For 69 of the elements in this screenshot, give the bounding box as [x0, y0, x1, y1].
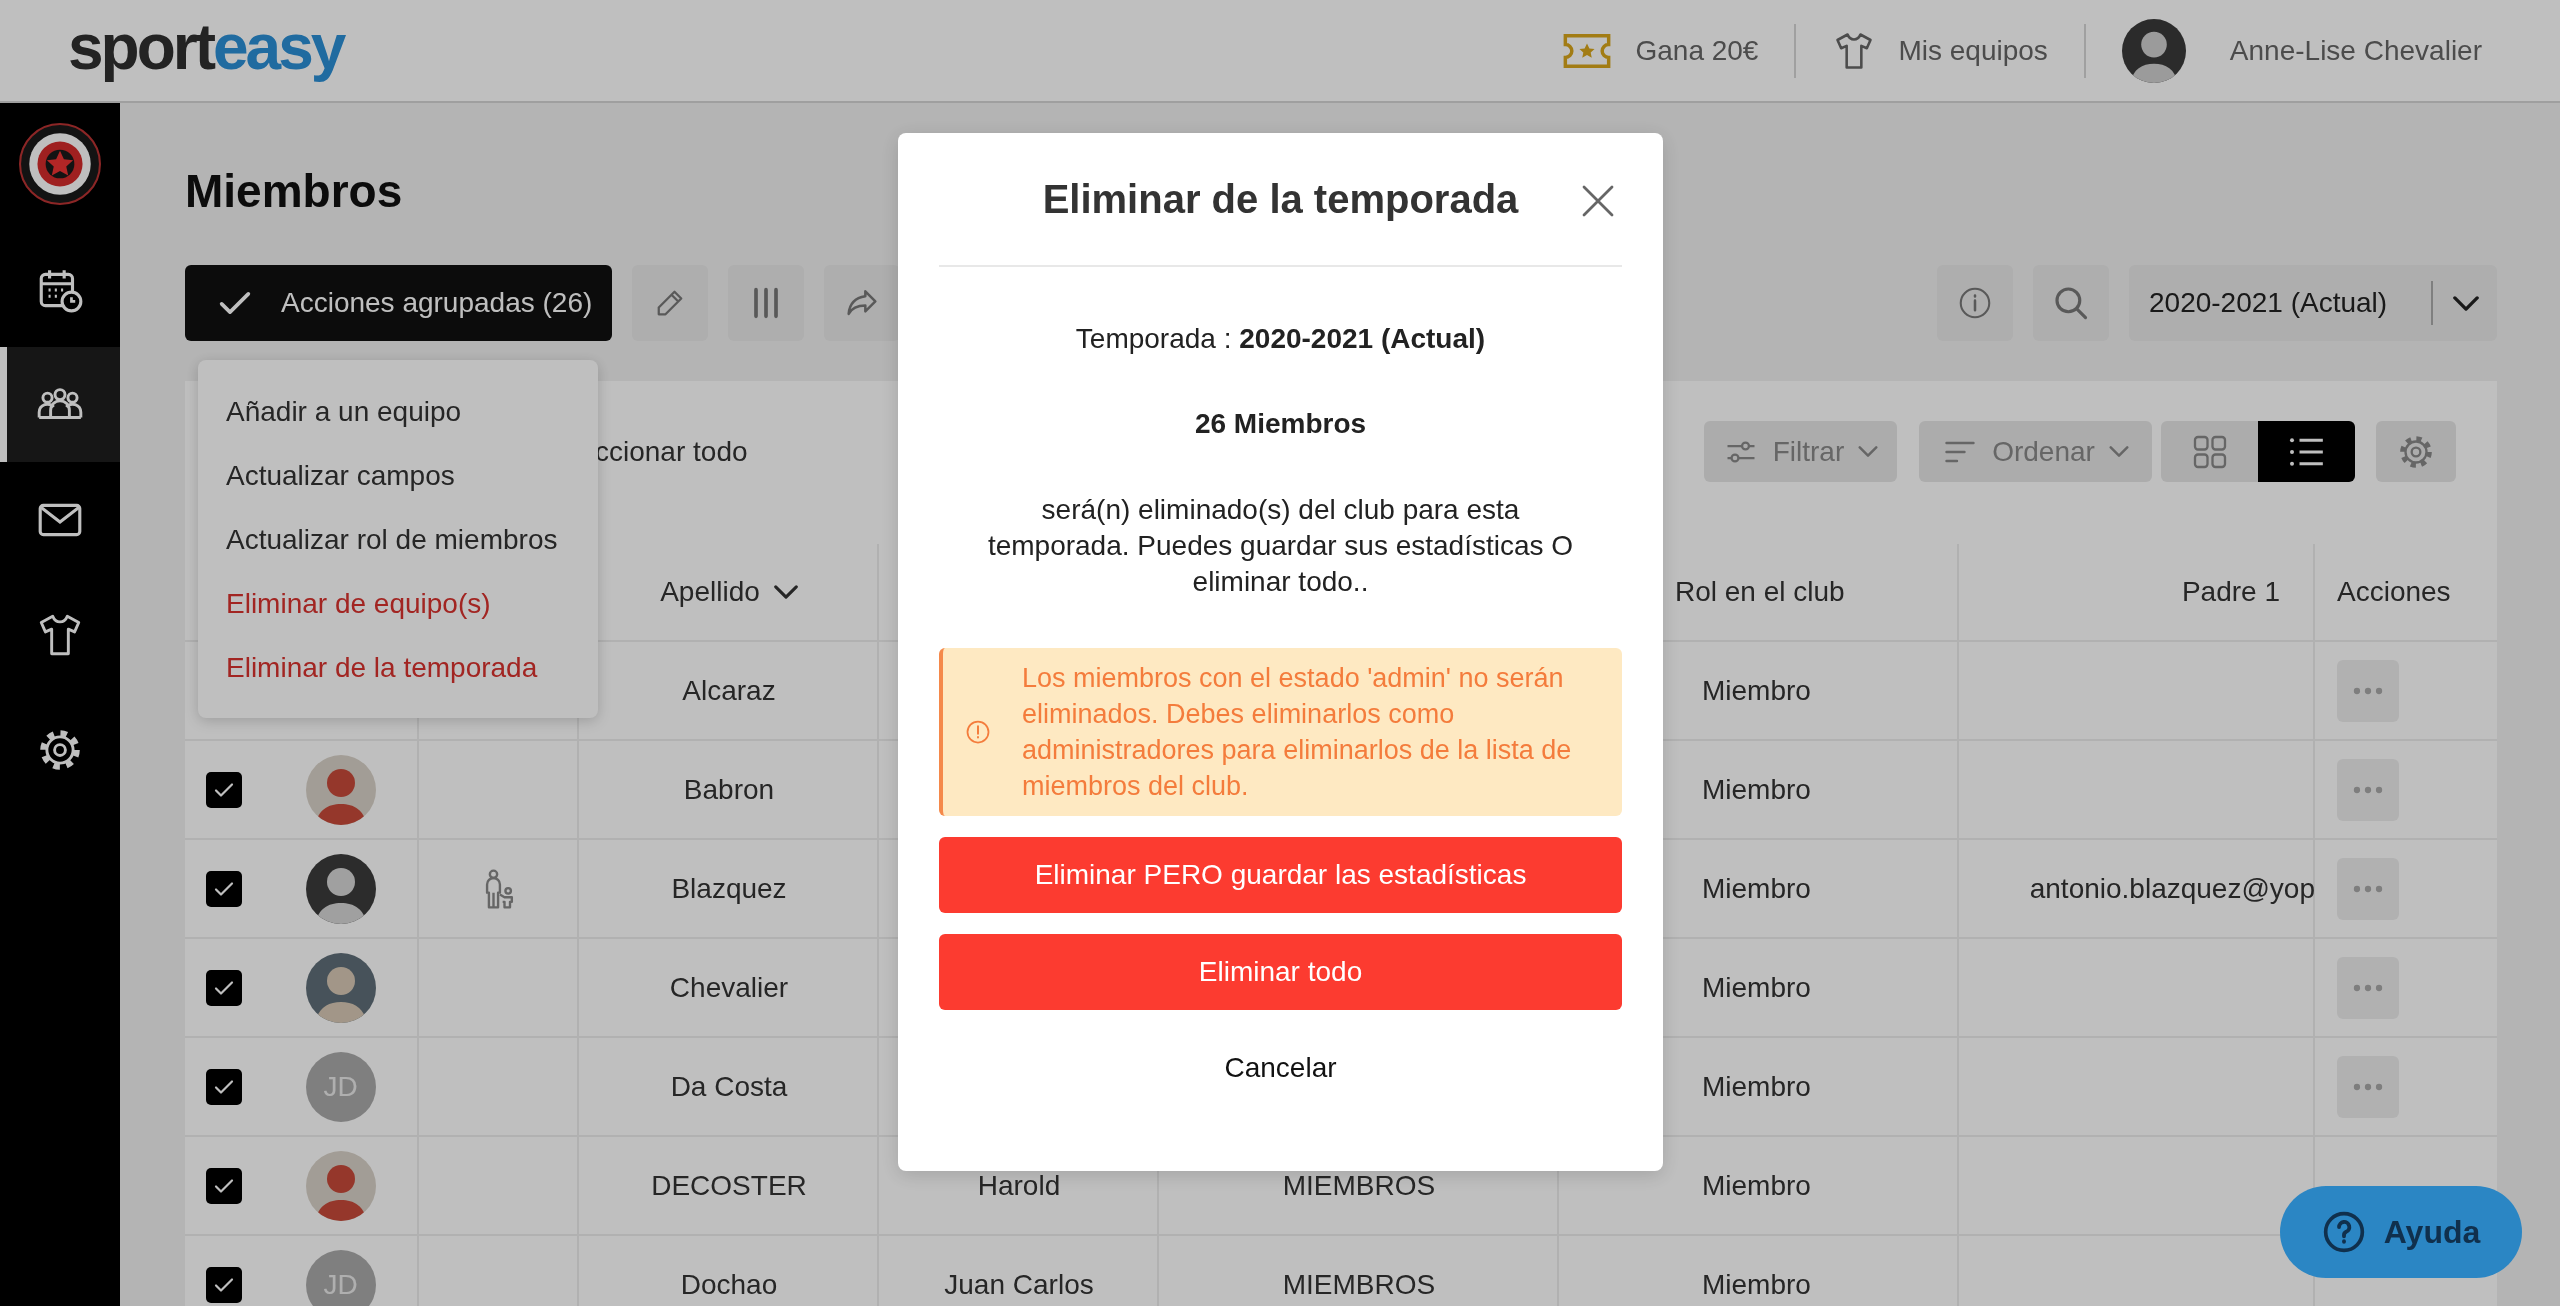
more-icon	[2353, 1082, 2383, 1091]
warning-text: Los miembros con el estado 'admin' no serán eliminados. Debes eliminarlos como administradores para eliminarlos de la lista de miembros del club.	[1022, 662, 1573, 803]
chevron-down-icon	[2108, 446, 2129, 457]
table-cell: Harold	[977, 1169, 1061, 1202]
menu-item[interactable]: Añadir a un equipo	[198, 380, 598, 444]
table-cell: MIEMBROS	[1282, 1268, 1436, 1301]
delete-button[interactable]: Eliminar todo	[939, 934, 1622, 1010]
checkbox[interactable]	[205, 1266, 242, 1303]
alert-icon	[964, 718, 992, 746]
menu-item[interactable]: Actualizar rol de miembros	[198, 508, 598, 572]
table-cell: Juan Carlos	[944, 1268, 1094, 1301]
table-cell: Blazquez	[671, 872, 787, 905]
referral-link[interactable]: Gana 20€	[1561, 24, 1759, 77]
checkbox[interactable]	[205, 771, 242, 808]
teams-link[interactable]: Mis equipos	[1832, 28, 2048, 73]
table-cell: Miembro	[1702, 872, 1811, 905]
menu-item[interactable]: Eliminar de la temporada	[198, 636, 598, 700]
chevron-down-icon	[1858, 446, 1879, 457]
page-title: Miembros	[185, 164, 403, 219]
cancel-button[interactable]: Cancelar	[1204, 1038, 1357, 1098]
list-view-button[interactable]	[2258, 421, 2355, 482]
checkbox[interactable]	[205, 1068, 242, 1105]
more-icon	[2353, 686, 2383, 695]
table-cell: Chevalier	[669, 971, 789, 1004]
user-name[interactable]: Anne-Lise Chevalier	[2229, 34, 2482, 67]
delete-button[interactable]: Eliminar PERO guardar las estadísticas	[939, 837, 1622, 913]
chevron-down-icon	[2453, 295, 2479, 311]
column-header[interactable]: Rol en el club	[1675, 576, 1845, 608]
season-text: Temporada : 2020-2021 (Actual)	[1074, 323, 1487, 355]
help-icon	[2321, 1210, 2366, 1254]
table-cell: Dochao	[680, 1268, 778, 1301]
checkbox[interactable]	[205, 969, 242, 1006]
search-button[interactable]	[2033, 265, 2109, 341]
table-cell: Miembro	[1702, 1268, 1811, 1301]
table-cell: Miembro	[1702, 1169, 1811, 1202]
column-header[interactable]: Apellido	[660, 576, 798, 608]
dialog-message: será(n) eliminado(s) del club para esta temporada. Puedes guardar sus estadísticas O eliminar todo..	[986, 493, 1575, 599]
nav-item[interactable]	[0, 347, 120, 462]
table-cell: DECOSTER	[651, 1169, 807, 1202]
table-cell: Babron	[683, 773, 775, 806]
settings-button[interactable]	[2376, 421, 2456, 482]
dialog-title: Eliminar de la temporada	[1042, 176, 1519, 222]
table-cell: antonio.blazquez@yop	[2029, 872, 2315, 905]
checkbox[interactable]	[205, 1167, 242, 1204]
column-header[interactable]: Padre 1	[2181, 576, 2280, 608]
columns-button[interactable]	[728, 265, 804, 341]
select-all-label[interactable]: ccionar todo	[595, 435, 748, 468]
chevron-down-icon	[773, 585, 798, 599]
info-button[interactable]	[1937, 265, 2013, 341]
member-count: 26 Miembros	[1193, 408, 1368, 440]
table-cell: Miembro	[1702, 674, 1811, 707]
table-cell: Alcaraz	[682, 674, 776, 707]
more-icon	[2353, 983, 2383, 992]
menu-item[interactable]: Actualizar campos	[198, 444, 598, 508]
column-header[interactable]: Acciones	[2337, 576, 2451, 608]
table-cell: MIEMBROS	[1282, 1169, 1436, 1202]
menu-item[interactable]: Eliminar de equipo(s)	[198, 572, 598, 636]
club-badge-icon	[19, 123, 101, 205]
bulk-actions-button[interactable]: Acciones agrupadas (26)	[185, 265, 612, 341]
table-cell: Da Costa	[670, 1070, 788, 1103]
logo[interactable]: sporteasy	[68, 14, 344, 87]
table-cell: Miembro	[1702, 971, 1811, 1004]
table-cell: Miembro	[1702, 1070, 1811, 1103]
checkbox[interactable]	[205, 870, 242, 907]
table-cell: Miembro	[1702, 773, 1811, 806]
more-icon	[2353, 884, 2383, 893]
season-select[interactable]: 2020-2021 (Actual)	[2129, 265, 2497, 341]
more-icon	[2353, 785, 2383, 794]
share-button[interactable]	[824, 265, 900, 341]
